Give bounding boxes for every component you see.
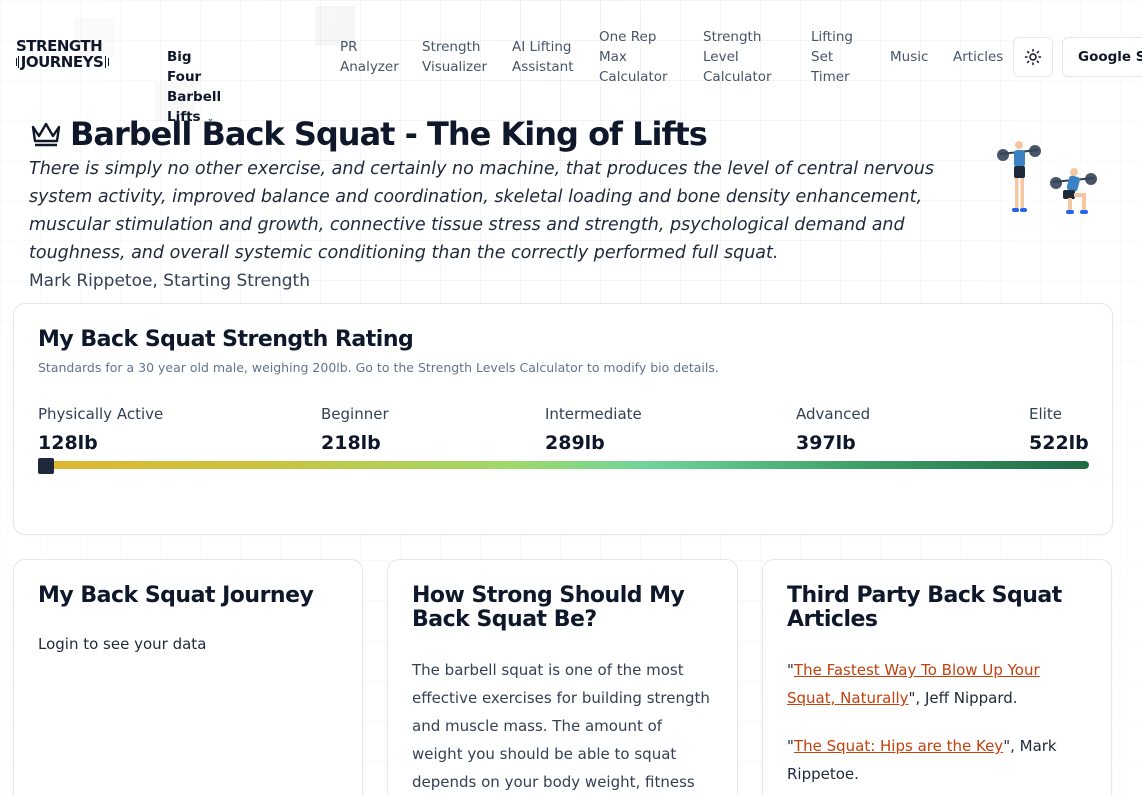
nav-articles[interactable]: Articles (953, 47, 1003, 67)
level-physically-active: Physically Active 128lb (38, 404, 163, 456)
standing-lifter-figure (997, 141, 1041, 212)
nav-lifting-set-timer[interactable]: Lifting Set Timer (811, 27, 871, 87)
quote-attribution: Mark Rippetoe, Starting Strength (29, 271, 310, 291)
sun-icon (1024, 48, 1042, 66)
article-item: "The Squat: Hips are the Key", Mark Ripp… (787, 732, 1087, 788)
crown-icon (31, 122, 61, 147)
page-title: Barbell Back Squat - The King of Lifts (70, 115, 708, 153)
article-item: "The Fastest Way To Blow Up Your Squat, … (787, 656, 1087, 712)
nav-ai-lifting-assistant[interactable]: AI Lifting Assistant (512, 37, 588, 77)
nav-strength-visualizer[interactable]: Strength Visualizer (422, 37, 498, 77)
site-logo[interactable]: STRENGTH JOURNEYS (16, 38, 108, 78)
strength-gradient-bar (38, 461, 1089, 469)
level-value: 289lb (545, 432, 605, 454)
journey-title: My Back Squat Journey (38, 583, 314, 608)
nav-pr-analyzer[interactable]: PR Analyzer (340, 37, 410, 77)
article-link[interactable]: The Squat: Hips are the Key (794, 737, 1003, 755)
level-beginner: Beginner 218lb (321, 404, 389, 456)
squat-illustration (997, 141, 1097, 214)
logo-line2-row: JOURNEYS (16, 54, 108, 70)
how-strong-title: How Strong Should My Back Squat Be? (412, 583, 685, 632)
google-sign-in-button[interactable]: Google Sign in (1062, 37, 1142, 77)
articles-title: Third Party Back Squat Articles (787, 583, 1062, 632)
how-strong-text: The barbell squat is one of the most eff… (412, 661, 710, 791)
current-level-marker (38, 458, 54, 474)
logo-line1: STRENGTH (16, 37, 103, 55)
rippetoe-quote: There is simply no other exercise, and c… (29, 159, 935, 263)
journey-card: My Back Squat Journey Login to see your … (13, 559, 363, 795)
nav-music[interactable]: Music (890, 47, 928, 67)
nav-one-rep-max-calculator[interactable]: One Rep Max Calculator (599, 27, 679, 87)
level-value: 128lb (38, 432, 98, 454)
level-value: 522lb (1029, 432, 1089, 454)
squatting-lifter-figure (1050, 168, 1097, 214)
how-strong-card: How Strong Should My Back Squat Be? The … (387, 559, 738, 795)
strength-rating-title: My Back Squat Strength Rating (38, 327, 414, 352)
top-navigation: STRENGTH JOURNEYS Big Four Barbell Lifts… (0, 0, 1142, 125)
nav-strength-level-calculator[interactable]: Strength Level Calculator (703, 27, 783, 87)
logo-line2: JOURNEYS (20, 53, 104, 71)
level-intermediate: Intermediate 289lb (545, 404, 642, 456)
level-value: 397lb (796, 432, 856, 454)
login-prompt[interactable]: Login to see your data (38, 630, 206, 658)
level-name: Advanced (796, 405, 871, 423)
article-author: ", Jeff Nippard. (908, 689, 1018, 707)
theme-toggle-button[interactable] (1013, 37, 1053, 77)
open-quote: " (787, 737, 794, 755)
level-advanced: Advanced 397lb (796, 404, 870, 456)
level-name: Physically Active (38, 405, 164, 423)
level-name: Intermediate (545, 405, 642, 423)
strength-rating-card: My Back Squat Strength Rating Standards … (13, 303, 1113, 535)
page-title-row: Barbell Back Squat - The King of Lifts (30, 114, 708, 154)
level-name: Beginner (321, 405, 389, 423)
open-quote: " (787, 661, 794, 679)
articles-card: Third Party Back Squat Articles "The Fas… (762, 559, 1112, 795)
level-elite: Elite 522lb (1029, 404, 1089, 456)
strength-rating-subtitle: Standards for a 30 year old male, weighi… (38, 360, 719, 375)
level-name: Elite (1029, 405, 1062, 423)
level-value: 218lb (321, 432, 381, 454)
